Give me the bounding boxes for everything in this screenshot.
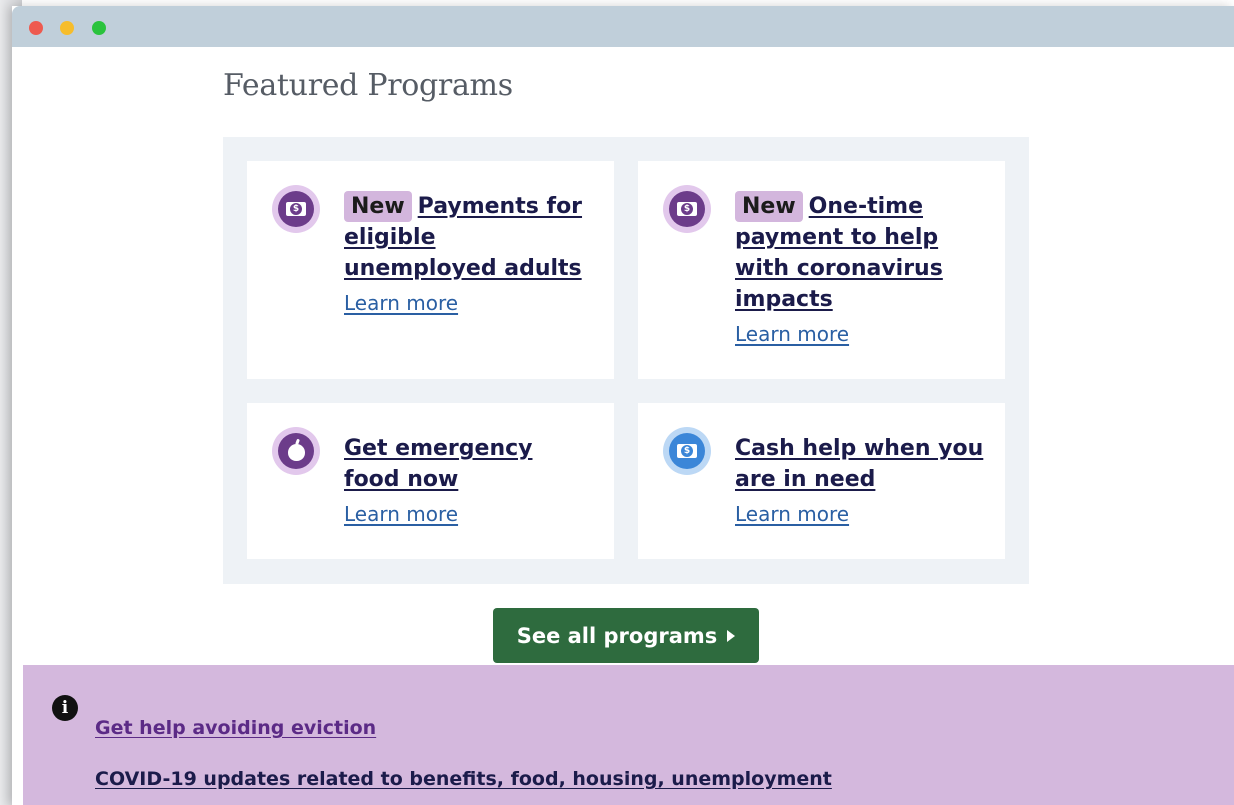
- see-all-programs-label: See all programs: [516, 623, 718, 648]
- covid-updates-link[interactable]: COVID-19 updates related to benefits, fo…: [95, 768, 832, 790]
- new-badge: New: [735, 191, 803, 222]
- new-badge: New: [344, 191, 412, 222]
- alert-banner: i Get help avoiding eviction COVID-19 up…: [23, 665, 1234, 805]
- program-card-coronavirus-payment: $ New One-time payment to help with coron…: [638, 161, 1005, 379]
- program-headline: Cash help when you are in need: [735, 433, 985, 495]
- program-headline: New Payments for eligible unemployed adul…: [344, 191, 594, 284]
- program-headline: New One-time payment to help with coronav…: [735, 191, 985, 315]
- section-title: Featured Programs: [223, 68, 513, 103]
- info-icon: i: [52, 695, 78, 721]
- program-card-cash-help: $ Cash help when you are in need Learn m…: [638, 403, 1005, 559]
- program-title-link[interactable]: Get emergency food now: [344, 436, 532, 492]
- maximize-window-button[interactable]: [92, 21, 106, 35]
- learn-more-link[interactable]: Learn more: [735, 502, 985, 526]
- money-icon: $: [663, 427, 711, 475]
- learn-more-link[interactable]: Learn more: [735, 322, 985, 346]
- money-icon: $: [272, 185, 320, 233]
- see-all-programs-button[interactable]: See all programs: [493, 608, 759, 663]
- eviction-help-link[interactable]: Get help avoiding eviction: [95, 717, 376, 739]
- program-card-unemployed-payments: $ New Payments for eligible unemployed ad…: [247, 161, 614, 379]
- close-window-button[interactable]: [29, 21, 43, 35]
- program-title-link[interactable]: Cash help when you are in need: [735, 436, 983, 492]
- minimize-window-button[interactable]: [60, 21, 74, 35]
- apple-icon: [272, 427, 320, 475]
- caret-right-icon: [727, 629, 736, 642]
- program-headline: Get emergency food now: [344, 433, 594, 495]
- program-card-emergency-food: Get emergency food now Learn more: [247, 403, 614, 559]
- money-icon: $: [663, 185, 711, 233]
- learn-more-link[interactable]: Learn more: [344, 291, 594, 315]
- window-titlebar: [12, 6, 1234, 47]
- featured-programs-grid: $ New Payments for eligible unemployed ad…: [223, 137, 1029, 584]
- browser-window: Featured Programs $ New Payments for elig…: [12, 6, 1234, 805]
- learn-more-link[interactable]: Learn more: [344, 502, 594, 526]
